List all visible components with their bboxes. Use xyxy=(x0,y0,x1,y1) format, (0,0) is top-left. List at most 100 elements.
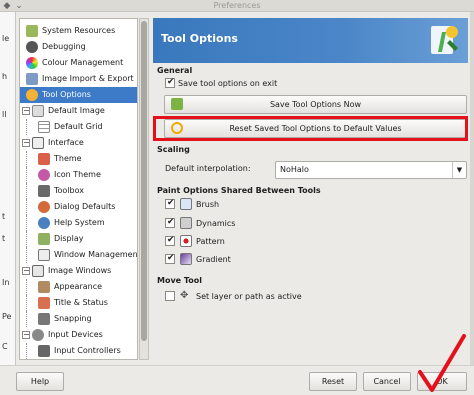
dialog-defaults-icon xyxy=(38,201,50,213)
title-bar: ◆ ⌄ Preferences xyxy=(0,0,474,12)
sidebar-item-input-devices[interactable]: − Input Devices xyxy=(20,327,137,343)
brush-checkbox[interactable] xyxy=(165,198,175,209)
display-icon xyxy=(38,233,50,245)
collapse-icon[interactable]: − xyxy=(22,331,30,339)
help-label: Help xyxy=(30,377,50,386)
chevron-down-icon[interactable]: ▼ xyxy=(452,162,466,178)
bg-text: t xyxy=(2,234,6,243)
sidebar-item-default-grid[interactable]: Default Grid xyxy=(20,119,137,135)
bg-text: C xyxy=(2,342,8,351)
bg-text: h xyxy=(2,72,8,81)
sidebar-item-label: Tool Options xyxy=(42,90,91,99)
sidebar-scrollbar[interactable] xyxy=(139,18,149,360)
tool-options-header-icon xyxy=(431,26,458,54)
image-import-export-icon xyxy=(26,73,38,85)
scaling-heading: Scaling xyxy=(157,145,190,154)
sidebar-item-window-management[interactable]: Window Management xyxy=(20,247,137,263)
sidebar-item-image-import-export[interactable]: Image Import & Export xyxy=(20,71,137,87)
tree-connector xyxy=(26,231,27,247)
sidebar-item-label: Image Windows xyxy=(48,266,112,275)
dynamics-icon xyxy=(180,217,192,229)
sidebar-item-theme[interactable]: Theme xyxy=(20,151,137,167)
sidebar-item-icon-theme[interactable]: Icon Theme xyxy=(20,167,137,183)
sidebar-item-snapping[interactable]: Snapping xyxy=(20,311,137,327)
sidebar-item-input-controllers[interactable]: Input Controllers xyxy=(20,343,137,359)
reset-button-label: Reset xyxy=(321,377,345,386)
tree-connector xyxy=(26,199,27,215)
tree-connector xyxy=(26,183,27,199)
paint-options-heading: Paint Options Shared Between Tools xyxy=(157,186,321,195)
sidebar-item-toolbox[interactable]: Toolbox xyxy=(20,183,137,199)
cancel-button[interactable]: Cancel xyxy=(363,372,411,391)
sidebar-item-label: Default Image xyxy=(48,106,105,115)
sidebar-item-appearance[interactable]: Appearance xyxy=(20,279,137,295)
collapse-icon[interactable]: − xyxy=(22,107,30,115)
sidebar-item-default-image[interactable]: − Default Image xyxy=(20,103,137,119)
interpolation-value: NoHalo xyxy=(280,165,309,174)
sidebar-item-label: Dialog Defaults xyxy=(54,202,116,211)
pattern-checkbox[interactable] xyxy=(165,235,175,246)
sidebar-item-tool-options[interactable]: Tool Options xyxy=(20,87,137,103)
system-resources-icon xyxy=(26,25,38,37)
sidebar-item-display[interactable]: Display xyxy=(20,231,137,247)
gradient-checkbox[interactable] xyxy=(165,253,175,264)
snapping-icon xyxy=(38,313,50,325)
sidebar-item-label: Appearance xyxy=(54,282,103,291)
sidebar-item-dialog-defaults[interactable]: Dialog Defaults xyxy=(20,199,137,215)
bg-text: t xyxy=(2,212,6,221)
preferences-category-tree[interactable]: System Resources Debugging Colour Manage… xyxy=(19,18,138,360)
sidebar-item-interface[interactable]: − Interface xyxy=(20,135,137,151)
sidebar-item-label: Help System xyxy=(54,218,105,227)
bg-text: In xyxy=(2,278,10,287)
save-now-label: Save Tool Options Now xyxy=(269,100,362,109)
sidebar-item-label: Theme xyxy=(54,154,82,163)
debugging-icon xyxy=(26,41,38,53)
general-heading: General xyxy=(157,66,193,75)
tree-connector xyxy=(26,167,27,183)
save-on-exit-checkbox[interactable] xyxy=(165,77,175,88)
scrollbar-thumb[interactable] xyxy=(141,21,147,341)
sidebar-item-debugging[interactable]: Debugging xyxy=(20,39,137,55)
tree-connector xyxy=(26,151,27,167)
icon-theme-icon xyxy=(38,169,50,181)
pattern-icon xyxy=(180,235,192,247)
gradient-label: Gradient xyxy=(196,255,231,264)
interpolation-select[interactable]: NoHalo ▼ xyxy=(275,161,467,179)
set-layer-active-checkbox[interactable] xyxy=(165,291,175,301)
move-tool-heading: Move Tool xyxy=(157,276,203,285)
sidebar-item-system-resources[interactable]: System Resources xyxy=(20,23,137,39)
sidebar-item-label: Snapping xyxy=(54,314,92,323)
dynamics-checkbox[interactable] xyxy=(165,217,175,228)
title-status-icon xyxy=(38,297,50,309)
sidebar-item-label: Interface xyxy=(48,138,84,147)
set-layer-active-label: Set layer or path as active xyxy=(196,292,302,301)
interface-icon xyxy=(32,137,44,149)
sidebar-item-label: Icon Theme xyxy=(54,170,101,179)
sidebar-item-label: Image Import & Export xyxy=(42,74,134,83)
sidebar-item-help-system[interactable]: Help System xyxy=(20,215,137,231)
help-button[interactable]: Help xyxy=(16,372,64,391)
sidebar-item-image-windows[interactable]: − Image Windows xyxy=(20,263,137,279)
tree-connector xyxy=(26,279,27,295)
toolbox-icon xyxy=(38,185,50,197)
sidebar-item-colour-management[interactable]: Colour Management xyxy=(20,55,137,71)
sidebar-item-label: Title & Status xyxy=(54,298,108,307)
colour-management-icon xyxy=(26,57,38,69)
bg-text: ll xyxy=(2,110,7,119)
tree-connector xyxy=(26,311,27,327)
save-on-exit-label: Save tool options on exit xyxy=(178,79,278,88)
reset-button[interactable]: Reset xyxy=(309,372,357,391)
window-management-icon xyxy=(38,249,50,261)
collapse-icon[interactable]: − xyxy=(22,139,30,147)
bg-text: Pe xyxy=(2,312,12,321)
sidebar-item-label: Input Controllers xyxy=(54,346,121,355)
input-devices-icon xyxy=(32,329,44,341)
collapse-icon[interactable]: − xyxy=(22,267,30,275)
input-controllers-icon xyxy=(38,345,50,357)
tree-connector xyxy=(26,295,27,311)
save-icon xyxy=(171,98,183,110)
background-window-strip: le h ll t t In Pe C xyxy=(0,12,16,372)
sidebar-item-label: Debugging xyxy=(42,42,86,51)
sidebar-item-title-status[interactable]: Title & Status xyxy=(20,295,137,311)
save-tool-options-now-button[interactable]: Save Tool Options Now xyxy=(164,95,467,114)
